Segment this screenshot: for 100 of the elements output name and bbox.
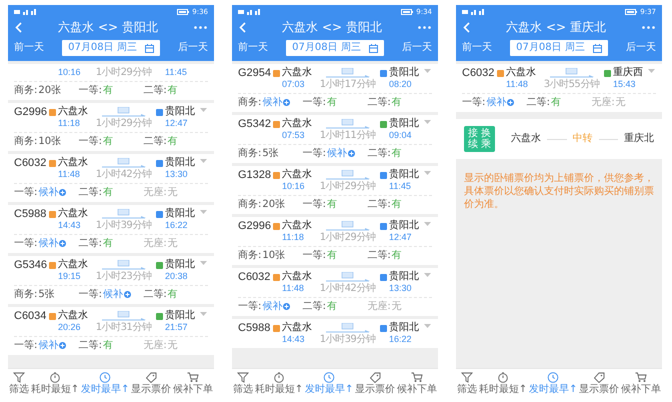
next-day-button[interactable]: 后一天 [402, 42, 432, 54]
seat-availability[interactable]: 候补 [327, 148, 348, 160]
sort-tab[interactable]: 候补下单 [397, 372, 438, 396]
sort-tab[interactable]: 筛选 [8, 372, 29, 396]
departure-station: 六盘水 [58, 208, 88, 220]
seat-class-label: 一等: [78, 136, 102, 148]
expand-icon[interactable] [424, 69, 431, 73]
train-card[interactable]: G5346 六盘水 19:15 1小时23分钟 20:38 贵阳北 商务:5张 一等:候补 二等:有 [8, 256, 214, 304]
date-picker[interactable]: 07月08日 周三 [62, 40, 160, 56]
expand-icon[interactable] [200, 159, 207, 163]
seat-availability[interactable]: 候补 [103, 288, 124, 300]
transfer-card[interactable]: 接续 换乘 六盘水 中转 重庆北 [456, 119, 662, 159]
seat-availability[interactable]: 候补 [262, 300, 282, 312]
train-number: C6032 [14, 157, 46, 169]
arrival-time: 13:30 [165, 169, 188, 180]
arrival-time: 16:22 [165, 220, 188, 231]
sort-tab[interactable]: 耗时最短↑ [478, 372, 528, 396]
fare-notice: 显示的卧铺票价均为上铺票价，供您参考，具体票价以您确认支付时实际购买的铺别票价为准。 [463, 172, 655, 212]
waitlist-plus-icon [124, 291, 132, 298]
date-picker[interactable]: 07月08日 周三 [286, 40, 384, 56]
expand-icon[interactable] [200, 312, 207, 316]
departure-time: 11:18 [282, 232, 304, 243]
battery-icon [625, 8, 638, 14]
station-badge-icon [273, 70, 280, 76]
train-card[interactable]: C6032 六盘水 11:48 1小时42分钟 13:30 贵阳北 一等:候补 二等:有 无座:无 [8, 154, 214, 202]
train-card[interactable]: G5342 六盘水 07:53 1小时11分钟 09:04 贵阳北 商务:5张 一等:候补 二等:有 [232, 115, 438, 163]
train-card[interactable]: C5988 六盘水 14:43 1小时39分钟 16:22 贵阳北 一等:候补 二等:有 无座:无 [8, 205, 214, 253]
more-icon[interactable] [642, 26, 655, 28]
sort-tab[interactable]: 显示票价 [131, 372, 172, 396]
seat-availability[interactable]: 候补 [486, 96, 506, 108]
sort-tab[interactable]: 候补下单 [621, 372, 662, 396]
arrival-station: 贵阳北 [389, 322, 419, 334]
train-card[interactable]: G2954 六盘水 07:03 1小时17分钟 08:20 贵阳北 商务:候补 一等:有 二等:有 [232, 64, 438, 112]
seat-availability: 有 [392, 96, 402, 108]
clock-icon [323, 372, 336, 383]
expand-icon[interactable] [648, 69, 655, 73]
sort-tab[interactable]: 候补下单 [173, 372, 214, 396]
sort-tab[interactable]: 显示票价 [355, 372, 396, 396]
previous-day-button[interactable]: 前一天 [238, 42, 268, 54]
train-card[interactable]: G1328 六盘水 10:16 1小时29分钟 11:45 贵阳北 商务:20张 一等:有 二等:有 [232, 166, 438, 214]
seat-class-label: 无座: [143, 238, 167, 250]
previous-day-button[interactable]: 前一天 [462, 42, 492, 54]
battery-icon [177, 8, 190, 14]
train-card[interactable]: G2996 六盘水 11:18 1小时29分钟 12:47 贵阳北 商务:10张 一等:有 二等:有 [8, 103, 214, 151]
sort-tab[interactable]: 耗时最短↑ [254, 372, 304, 396]
more-icon[interactable] [194, 26, 207, 28]
route-title: 六盘水 <> 贵阳北 [58, 20, 158, 34]
route-arrow-icon [100, 310, 148, 322]
train-card[interactable]: C6034 六盘水 20:26 1小时31分钟 21:57 贵阳北 一等:候补 二等:有 无座:无 [8, 307, 214, 355]
train-card[interactable]: C6032 六盘水 11:48 3小时55分钟 15:43 重庆西 一等:候补 二等:有 无座:无 [456, 64, 662, 112]
sort-tab[interactable]: 显示票价 [579, 372, 620, 396]
more-icon[interactable] [418, 26, 431, 28]
seat-class-label: 二等: [143, 84, 167, 96]
arrival-station: 贵阳北 [165, 208, 195, 220]
route-arrow-icon [324, 220, 372, 232]
seat-availability[interactable]: 候补 [38, 238, 58, 250]
train-card[interactable]: G2996 六盘水 11:18 1小时29分钟 12:47 贵阳北 商务:10张 一等:有 二等:有 [232, 217, 438, 265]
expand-icon[interactable] [424, 120, 431, 124]
arrival-station: 贵阳北 [165, 157, 195, 169]
seat-availability[interactable]: 候补 [38, 340, 58, 352]
signal-icon [462, 8, 484, 14]
sort-tab[interactable]: 筛选 [456, 372, 477, 396]
seat-availability: 无 [616, 96, 626, 108]
sort-tab[interactable]: 发时最早↑ [305, 372, 354, 396]
back-icon[interactable] [239, 22, 246, 32]
back-icon[interactable] [15, 22, 22, 32]
station-badge-icon [49, 108, 56, 116]
back-icon[interactable] [463, 22, 470, 32]
seat-availability[interactable]: 候补 [262, 96, 282, 108]
expand-icon[interactable] [424, 222, 431, 226]
train-card[interactable]: C6032 六盘水 11:48 1小时42分钟 13:30 贵阳北 一等:候补 二等:有 无座:无 [232, 268, 438, 316]
seat-availability: 有 [327, 96, 338, 108]
seat-class-label: 二等: [143, 136, 167, 148]
expand-icon[interactable] [424, 324, 431, 328]
departure-time: 10:16 [58, 67, 81, 78]
train-number: C5988 [14, 208, 46, 220]
train-card[interactable]: C5988 六盘水 14:43 1小时39分钟 16:22 贵阳北 [232, 319, 438, 348]
seat-availability[interactable]: 候补 [38, 186, 58, 198]
train-card[interactable]: 10:16 1小时29分钟 11:45 商务:20张 一等:有 二等:有 [8, 64, 214, 100]
date-picker[interactable]: 07月08日 周三 [510, 40, 608, 56]
expand-icon[interactable] [424, 273, 431, 277]
seat-class-label: 无座: [367, 300, 391, 312]
next-day-button[interactable]: 后一天 [178, 42, 208, 54]
waitlist-plus-icon [59, 189, 66, 196]
expand-icon[interactable] [424, 171, 431, 175]
next-day-button[interactable]: 后一天 [626, 42, 656, 54]
seat-class-label: 商务: [14, 136, 38, 148]
sort-tab[interactable]: 发时最早↑ [529, 372, 578, 396]
sort-tab[interactable]: 发时最早↑ [81, 372, 130, 396]
departure-station: 六盘水 [282, 169, 312, 181]
sort-tab[interactable]: 筛选 [232, 372, 253, 396]
previous-day-button[interactable]: 前一天 [14, 42, 44, 54]
sort-tab[interactable]: 耗时最短↑ [30, 372, 80, 396]
station-badge-icon [273, 120, 280, 128]
tag-icon [145, 372, 158, 383]
arrival-time: 12:47 [389, 232, 412, 243]
expand-icon[interactable] [200, 261, 207, 265]
seat-availability: 无 [168, 186, 178, 198]
expand-icon[interactable] [200, 210, 207, 214]
expand-icon[interactable] [200, 108, 207, 112]
